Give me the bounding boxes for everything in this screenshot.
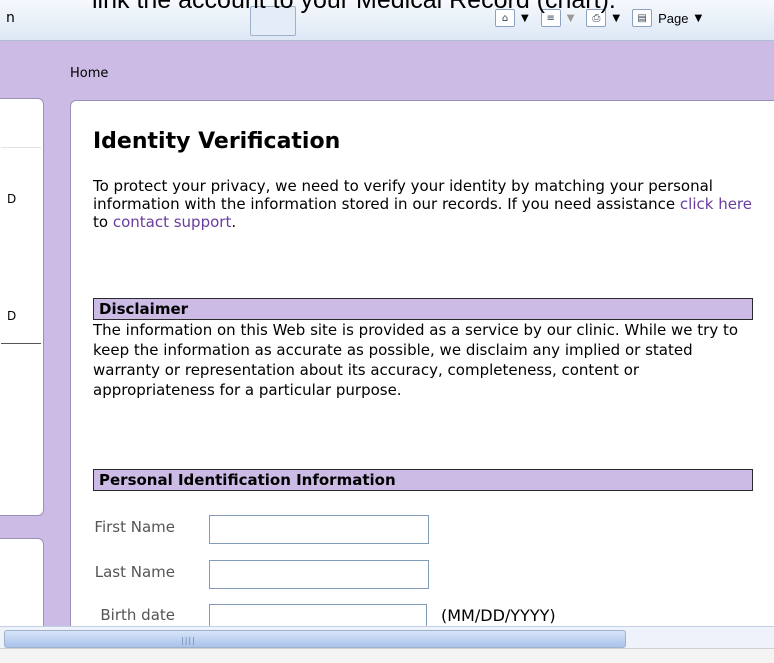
breadcrumb[interactable]: Home [70,66,108,81]
intro-text: To protect your privacy, we need to veri… [93,177,713,213]
divider [1,343,41,344]
section-heading: Personal Identification Information [99,471,396,489]
disclaimer-section-header: Disclaimer [93,298,753,320]
toolbar-title-fragment: n [6,10,15,26]
first-name-label: First Name [94,518,175,536]
intro-paragraph: To protect your privacy, we need to veri… [93,177,763,231]
disclaimer-text: The information on this Web site is prov… [93,321,739,399]
left-side-panel: D D [0,98,44,516]
last-name-label: Last Name [94,563,175,581]
divider [1,147,41,148]
scrollbar-grip-icon: |||| [181,636,196,645]
page-icon[interactable]: ▤ [632,9,653,27]
intro-text: . [231,213,237,231]
left-panel-fragment[interactable]: D [7,192,16,206]
identity-verification-card: Identity Verification To protect your pr… [70,100,774,662]
status-bar [0,648,774,663]
last-name-field[interactable] [209,560,429,589]
click-here-link[interactable]: click here [680,195,752,213]
page-title: Identity Verification [93,129,341,154]
section-heading: Disclaimer [99,300,189,318]
intro-text: to [93,213,113,231]
horizontal-scrollbar[interactable]: |||| [0,626,774,649]
page-dropdown-chevron-icon[interactable]: ▼ [694,13,702,24]
first-name-field[interactable] [209,515,429,544]
left-panel-fragment[interactable]: D [7,309,16,323]
caption-overlay: link the account to your Medical Record … [92,0,616,14]
pii-section-header: Personal Identification Information [93,469,753,491]
birth-date-format-hint: (MM/DD/YYYY) [441,606,556,625]
birth-date-label: Birth date [100,606,175,624]
scrollbar-thumb[interactable]: |||| [4,630,626,648]
page-menu-button[interactable]: Page [658,11,688,26]
contact-support-link[interactable]: contact support [113,213,232,231]
